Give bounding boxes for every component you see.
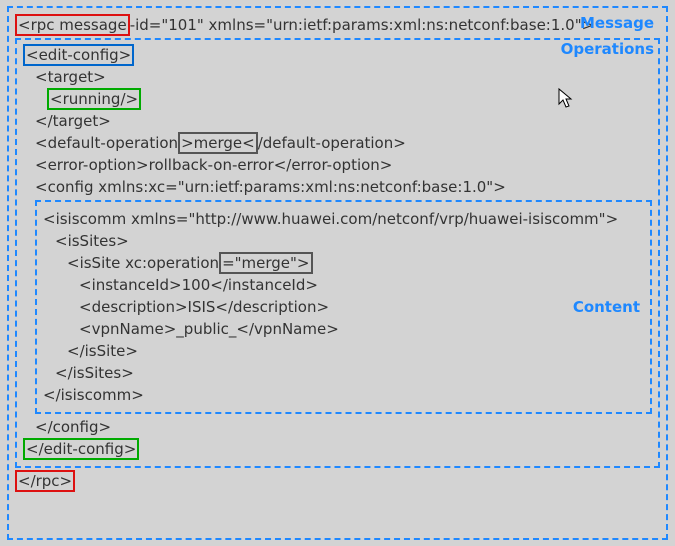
- target-close: </target>: [35, 112, 652, 130]
- config-open: <config xmlns:xc="urn:ietf:params:xml:ns…: [35, 178, 652, 196]
- cursor-icon: [556, 87, 574, 109]
- isSite-pre: <isSite xc:operation: [67, 254, 219, 272]
- isSites-close: </isSites>: [55, 364, 644, 382]
- edit-config-close-highlight: </edit-config>: [23, 438, 139, 460]
- edit-config-open-highlight: <edit-config>: [23, 44, 134, 66]
- isSite-open-line: <isSite xc:operation="merge">: [67, 254, 644, 272]
- isSite-close: </isSite>: [67, 342, 644, 360]
- running-highlight: <running/>: [47, 88, 141, 110]
- label-message: Message: [580, 14, 654, 32]
- description: <description>ISIS</description>: [79, 298, 644, 316]
- default-op-pre: <default-operation: [35, 134, 178, 152]
- label-operations: Operations: [561, 40, 654, 58]
- edit-config-open-line: <edit-config>: [23, 46, 652, 64]
- default-op-post: /default-operation>: [258, 134, 406, 152]
- rpc-open-highlight: <rpc message: [15, 14, 130, 36]
- isSites-open: <isSites>: [55, 232, 644, 250]
- isiscomm-close: </isiscomm>: [43, 386, 644, 404]
- content-box: <isiscomm xmlns="http://www.huawei.com/n…: [35, 200, 652, 414]
- isSite-val-highlight: ="merge">: [219, 252, 312, 274]
- vpnName: <vpnName>_public_</vpnName>: [79, 320, 644, 338]
- label-content: Content: [573, 298, 640, 316]
- edit-config-close-line: </edit-config>: [23, 440, 652, 458]
- rpc-open-line: <rpc message-id="101" xmlns="urn:ietf:pa…: [15, 16, 660, 34]
- default-operation-line: <default-operation>merge</default-operat…: [35, 134, 652, 152]
- default-op-val-highlight: >merge<: [178, 132, 258, 154]
- target-open: <target>: [35, 68, 652, 86]
- error-option: <error-option>rollback-on-error</error-o…: [35, 156, 652, 174]
- isiscomm-open: <isiscomm xmlns="http://www.huawei.com/n…: [43, 210, 644, 228]
- rpc-close-line: </rpc>: [15, 472, 660, 490]
- instanceId: <instanceId>100</instanceId>: [79, 276, 644, 294]
- rpc-close-highlight: </rpc>: [15, 470, 75, 492]
- rpc-open-rest: -id="101" xmlns="urn:ietf:params:xml:ns:…: [130, 16, 594, 34]
- config-close: </config>: [35, 418, 652, 436]
